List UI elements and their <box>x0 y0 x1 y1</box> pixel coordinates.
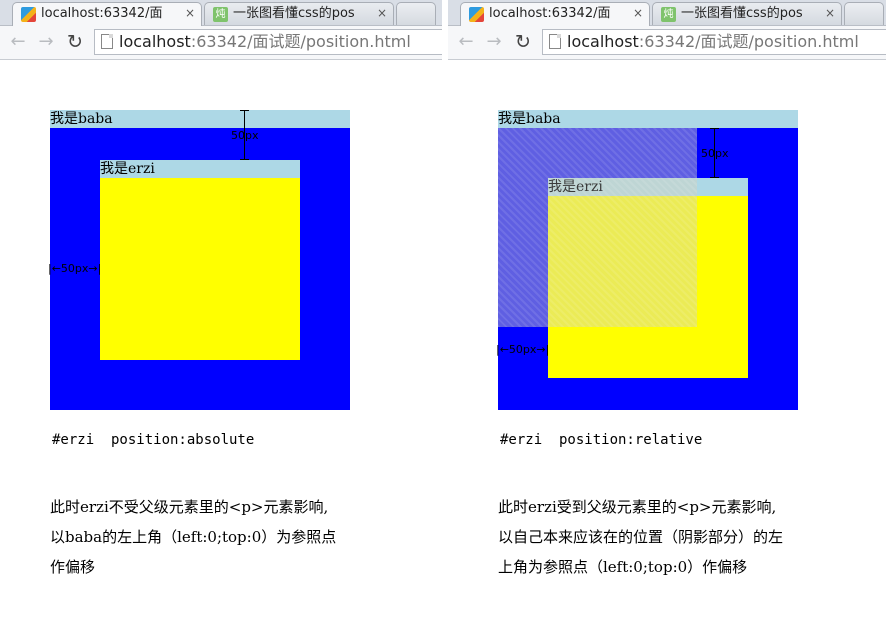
tab-position-page[interactable]: localhost:63342/面 × <box>12 2 202 26</box>
reload-icon[interactable]: ↻ <box>511 30 535 54</box>
url-text: localhost:63342/面试题/position.html <box>567 32 859 51</box>
close-icon[interactable]: × <box>377 3 387 24</box>
browser-window-left: localhost:63342/面 × 炖 一张图看懂css的pos × ← →… <box>0 0 442 636</box>
tab-strip: localhost:63342/面 × 炖 一张图看懂css的pos × <box>448 0 886 26</box>
chi-icon: 炖 <box>213 7 228 22</box>
left-offset-label: |←50px→| <box>48 262 102 275</box>
description-line: 上角为参照点（left:0;top:0）作偏移 <box>498 558 748 576</box>
tab-title: 一张图看懂css的pos <box>233 6 355 21</box>
baba-label: 我是baba <box>498 110 798 128</box>
description-line: 以baba的左上角（left:0;top:0）为参照点 <box>50 528 337 546</box>
address-bar[interactable]: localhost:63342/面试题/position.html <box>542 29 886 55</box>
description: 此时erzi受到父级元素里的<p>元素影响, 以自己本来应该在的位置（阴影部分）… <box>498 492 783 582</box>
webstorm-icon <box>469 7 484 22</box>
reload-icon[interactable]: ↻ <box>63 30 87 54</box>
erzi-label: 我是erzi <box>548 179 603 195</box>
close-icon[interactable]: × <box>185 3 195 24</box>
code-caption: #erzi position:absolute <box>52 432 255 448</box>
original-position-shadow <box>498 128 697 327</box>
page-icon <box>101 34 113 49</box>
top-offset-label: 50px <box>701 147 729 160</box>
forward-arrow-icon[interactable]: → <box>482 30 506 54</box>
new-tab-button[interactable] <box>396 2 436 25</box>
erzi-box <box>100 160 300 360</box>
tab-css-article[interactable]: 炖 一张图看懂css的pos × <box>652 2 842 25</box>
chi-icon: 炖 <box>661 7 676 22</box>
new-tab-button[interactable] <box>844 2 884 25</box>
measure-tick-bottom <box>240 159 249 160</box>
back-arrow-icon[interactable]: ← <box>454 30 478 54</box>
description-line: 作偏移 <box>50 558 96 576</box>
tab-title: 一张图看懂css的pos <box>681 6 803 21</box>
description-line: 以自己本来应该在的位置（阴影部分）的左 <box>498 528 784 546</box>
browser-toolbar: ← → ↻ localhost:63342/面试题/position.html <box>448 26 886 60</box>
close-icon[interactable]: × <box>633 3 643 24</box>
description-line: 此时erzi受到父级元素里的<p>元素影响, <box>498 498 777 516</box>
left-offset-label: |←50px→| <box>496 343 550 356</box>
tab-strip: localhost:63342/面 × 炖 一张图看懂css的pos × <box>0 0 442 26</box>
tab-css-article[interactable]: 炖 一张图看懂css的pos × <box>204 2 394 25</box>
erzi-label: 我是erzi <box>100 160 300 178</box>
browser-toolbar: ← → ↻ localhost:63342/面试题/position.html <box>0 26 442 60</box>
description-line: 此时erzi不受父级元素里的<p>元素影响, <box>50 498 329 516</box>
top-offset-label: 50px <box>231 129 259 142</box>
close-icon[interactable]: × <box>825 3 835 24</box>
tab-title: localhost:63342/面 <box>489 6 611 21</box>
webstorm-icon <box>21 7 36 22</box>
measure-tick-bottom <box>710 177 719 178</box>
url-text: localhost:63342/面试题/position.html <box>119 32 411 51</box>
description: 此时erzi不受父级元素里的<p>元素影响, 以baba的左上角（left:0;… <box>50 492 336 582</box>
browser-window-right: localhost:63342/面 × 炖 一张图看懂css的pos × ← →… <box>448 0 886 636</box>
address-bar[interactable]: localhost:63342/面试题/position.html <box>94 29 442 55</box>
tab-title: localhost:63342/面 <box>41 6 163 21</box>
tab-position-page[interactable]: localhost:63342/面 × <box>460 2 650 26</box>
page-icon <box>549 34 561 49</box>
back-arrow-icon[interactable]: ← <box>6 30 30 54</box>
code-caption: #erzi position:relative <box>500 432 703 448</box>
baba-label: 我是baba <box>50 110 350 128</box>
forward-arrow-icon[interactable]: → <box>34 30 58 54</box>
